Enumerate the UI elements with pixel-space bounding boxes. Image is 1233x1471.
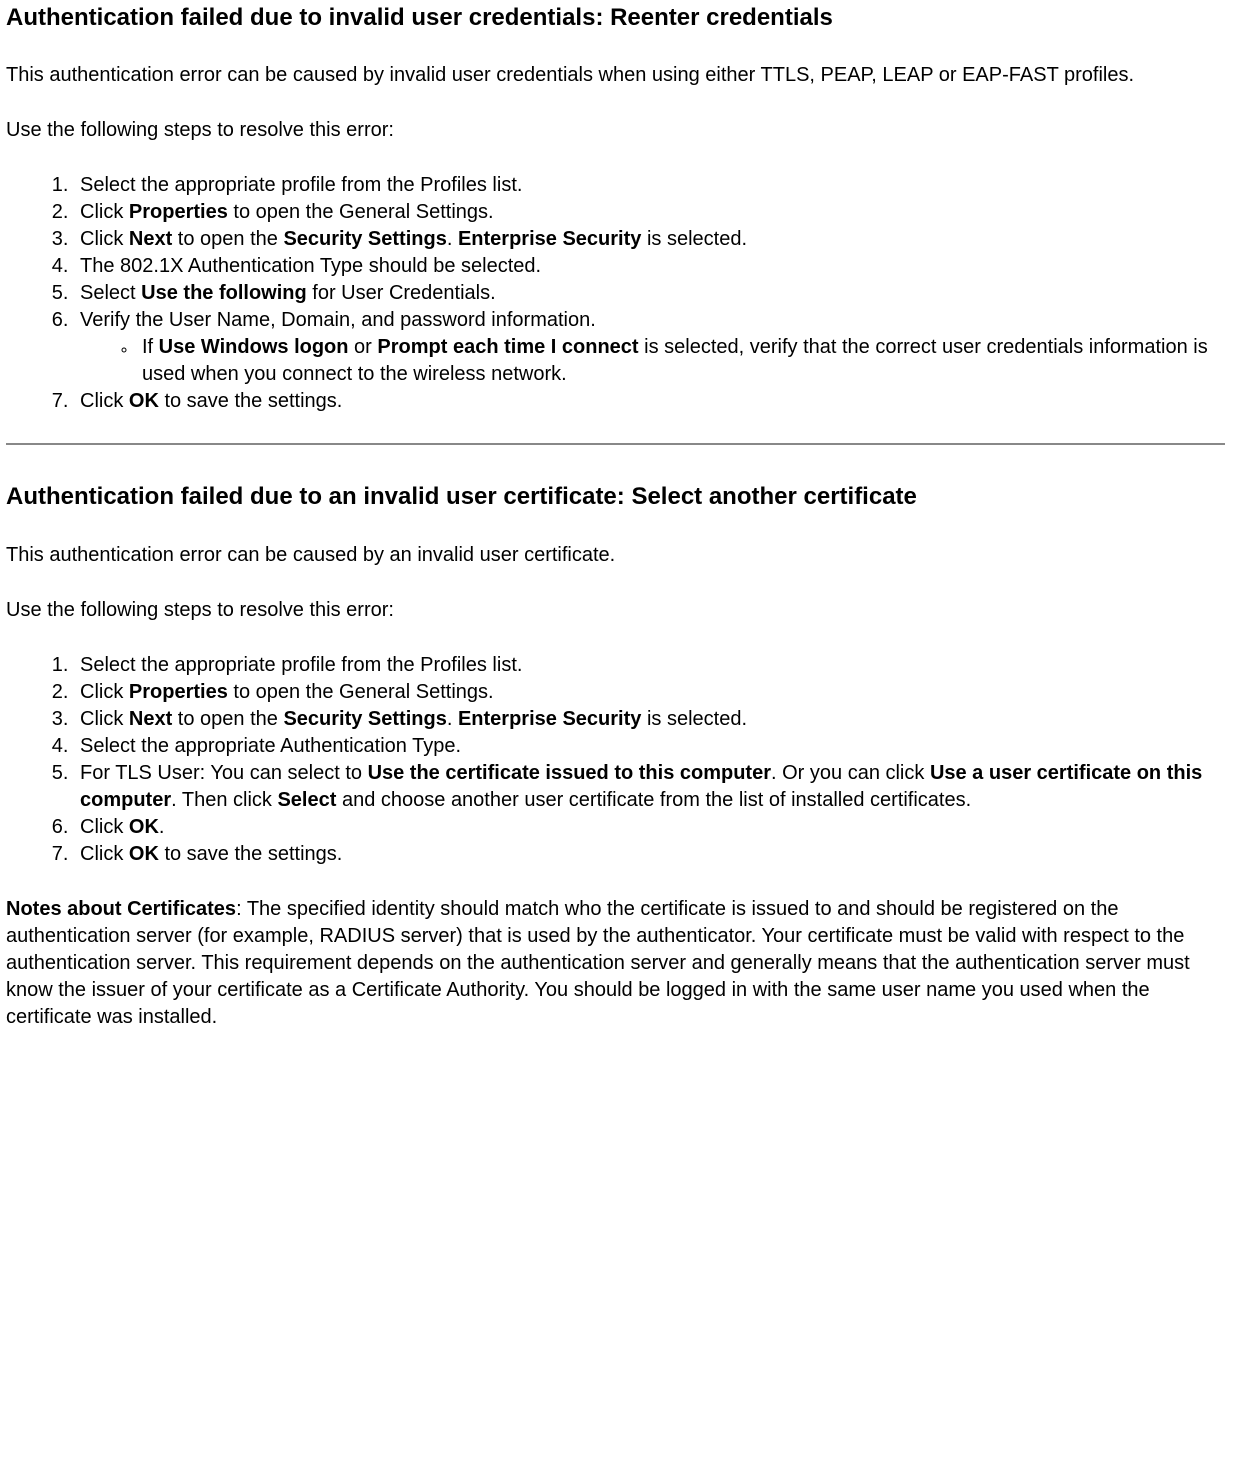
certificates-notes: Notes about Certificates: The specified …	[6, 896, 1225, 1031]
section1-steps: Select the appropriate profile from the …	[6, 172, 1225, 415]
section1-step-6: Verify the User Name, Domain, and passwo…	[74, 307, 1225, 388]
section1-step-6-sublist: If Use Windows logon or Prompt each time…	[80, 334, 1225, 388]
section-divider	[6, 443, 1225, 445]
section1-intro: This authentication error can be caused …	[6, 62, 1225, 89]
section2-step-2: Click Properties to open the General Set…	[74, 679, 1225, 706]
section1-step-2: Click Properties to open the General Set…	[74, 199, 1225, 226]
section1-step-4: The 802.1X Authentication Type should be…	[74, 253, 1225, 280]
section1-step-6-sub-1: If Use Windows logon or Prompt each time…	[136, 334, 1225, 388]
section1-steps-lead: Use the following steps to resolve this …	[6, 117, 1225, 144]
section2-step-4: Select the appropriate Authentication Ty…	[74, 733, 1225, 760]
section2-intro: This authentication error can be caused …	[6, 542, 1225, 569]
section2-step-7: Click OK to save the settings.	[74, 841, 1225, 868]
section1-step-3: Click Next to open the Security Settings…	[74, 226, 1225, 253]
section2-steps-lead: Use the following steps to resolve this …	[6, 597, 1225, 624]
section2-step-1: Select the appropriate profile from the …	[74, 652, 1225, 679]
section1-step-7: Click OK to save the settings.	[74, 388, 1225, 415]
section1-heading: Authentication failed due to invalid use…	[6, 2, 1225, 34]
section1-step-5: Select Use the following for User Creden…	[74, 280, 1225, 307]
section2-heading: Authentication failed due to an invalid …	[6, 481, 1225, 513]
section2-steps: Select the appropriate profile from the …	[6, 652, 1225, 868]
section1-step-1: Select the appropriate profile from the …	[74, 172, 1225, 199]
section2-step-3: Click Next to open the Security Settings…	[74, 706, 1225, 733]
section2-step-6: Click OK.	[74, 814, 1225, 841]
section2-step-5: For TLS User: You can select to Use the …	[74, 760, 1225, 814]
